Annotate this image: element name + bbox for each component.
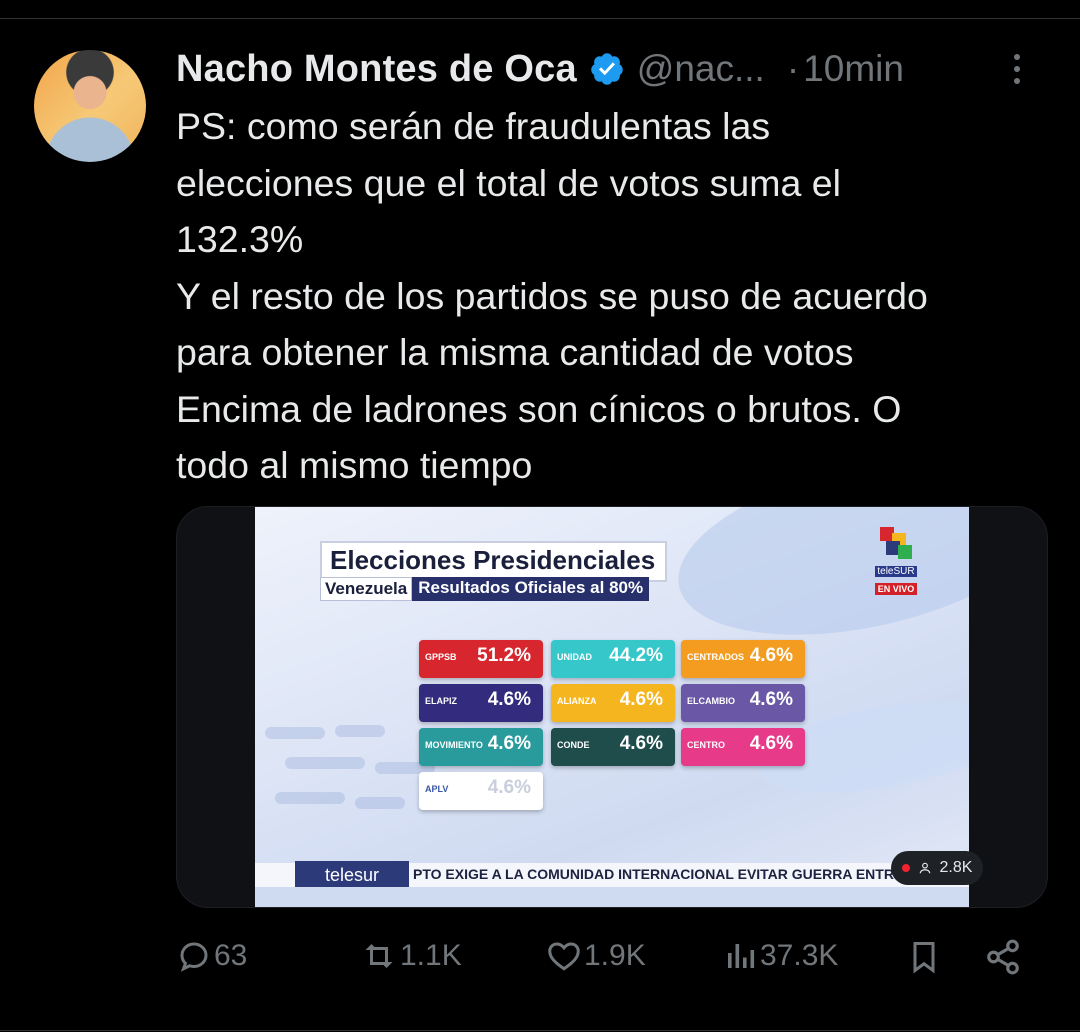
result-tile: ELCAMBIO 4.6% [681,684,805,722]
reply-icon [180,942,208,972]
telesur-cubes-icon [876,527,916,561]
result-tile: CONDE 4.6% [551,728,675,766]
repost-button[interactable]: 1.1K [360,938,462,974]
party-percentage: 4.6% [749,733,793,754]
result-tile: APLV 4.6% [419,772,543,810]
telesur-small-label: teleSUR [875,566,917,577]
result-tile: GPPSB 51.2% [419,640,543,678]
party-logo: CENTRADOS [687,652,745,662]
result-tile: UNIDAD 44.2% [551,640,675,678]
repost-count: 1.1K [400,939,462,972]
tweet-video[interactable]: Elecciones Presidenciales Venezuela Resu… [176,506,1048,908]
tweet-actions: 63 1.1K 1.9K 37.3K [176,938,1036,982]
result-tile: ELAPIZ 4.6% [419,684,543,722]
party-logo: GPPSB [425,652,457,662]
views-button[interactable]: 37.3K [722,938,838,974]
video-frame[interactable]: Elecciones Presidenciales Venezuela Resu… [255,507,969,907]
tweet-text-line: 132.3% [176,218,304,260]
party-logo: UNIDAD [557,652,592,662]
share-button[interactable] [984,938,1022,976]
party-percentage: 4.6% [619,689,663,710]
author-handle[interactable]: @nac... [637,48,765,90]
party-percentage: 44.2% [609,645,663,666]
tweet-header: Nacho Montes de Oca @nac... · 10min [176,44,904,94]
tweet-text: PS: como serán de fraudulentas las elecc… [176,98,1056,494]
share-icon [987,939,1019,975]
more-options-icon[interactable] [1012,54,1022,90]
user-icon [919,862,931,874]
party-logo: ELAPIZ [425,696,458,706]
tweet-text-line: para obtener la misma cantidad de votos [176,331,854,373]
party-logo: CONDE [557,740,590,750]
party-logo: APLV [425,784,449,794]
live-badge: EN VIVO [874,583,918,595]
party-logo: ALIANZA [557,696,597,706]
separator-dot: · [786,48,800,89]
result-tile: MOVIMIENTO 4.6% [419,728,543,766]
tweet-text-line: todo al mismo tiempo [176,444,533,486]
top-divider [0,18,1080,19]
tweet-time[interactable]: 10min [803,48,904,90]
author-avatar[interactable] [34,50,146,162]
party-logo: ELCAMBIO [687,696,735,706]
result-tile: ALIANZA 4.6% [551,684,675,722]
news-ticker: telesur PTO EXIGE A LA COMUNIDAD INTERNA… [255,861,969,889]
bottom-divider [0,1030,1080,1031]
party-percentage: 51.2% [477,645,531,666]
bookmark-button[interactable] [906,938,942,976]
video-view-count: 2.8K [891,851,983,885]
verified-badge-icon [591,53,623,85]
result-tile: CENTRADOS 4.6% [681,640,805,678]
live-dot-icon [901,863,910,872]
views-count: 37.3K [760,939,839,972]
graphic-country: Venezuela [320,577,413,601]
graphic-result-label: Resultados Oficiales al 80% [412,577,650,601]
graphic-title: Elecciones Presidenciales [320,541,668,582]
analytics-icon [728,944,755,968]
tweet-text-line: PS: como serán de fraudulentas las [176,105,771,147]
repost-icon [365,944,393,968]
party-percentage: 4.6% [487,689,531,710]
ticker-logo: telesur [295,861,409,889]
party-percentage: 4.6% [619,733,663,754]
author-name[interactable]: Nacho Montes de Oca [176,48,577,91]
graphic-title-text: Elecciones Presidenciales [330,545,656,575]
party-percentage: 4.6% [749,689,793,710]
ticker-text: PTO EXIGE A LA COMUNIDAD INTERNACIONAL E… [413,866,969,882]
party-percentage: 4.6% [749,645,793,666]
party-percentage: 4.6% [487,777,531,798]
tweet-text-line: Y el resto de los partidos se puso de ac… [176,274,928,317]
like-count: 1.9K [584,939,646,972]
party-percentage: 4.6% [487,733,531,754]
like-button[interactable]: 1.9K [546,938,646,974]
result-tile: CENTRO 4.6% [681,728,805,766]
video-view-count-text: 2.8K [939,859,973,876]
party-logo: CENTRO [687,740,725,750]
reply-count: 63 [214,939,248,972]
reply-button[interactable]: 63 [176,938,247,974]
party-logo: MOVIMIENTO [425,740,483,750]
heart-icon [548,942,580,971]
tweet-text-line: Encima de ladrones son cínicos o brutos.… [176,387,902,430]
telesur-logo: teleSUR EN VIVO [871,527,921,627]
tweet-text-line: elecciones que el total de votos suma el [176,161,841,204]
graphic-subtitle: Venezuela Resultados Oficiales al 80% [320,577,650,601]
bookmark-icon [913,942,935,974]
ticker-bottom-band [255,887,969,907]
